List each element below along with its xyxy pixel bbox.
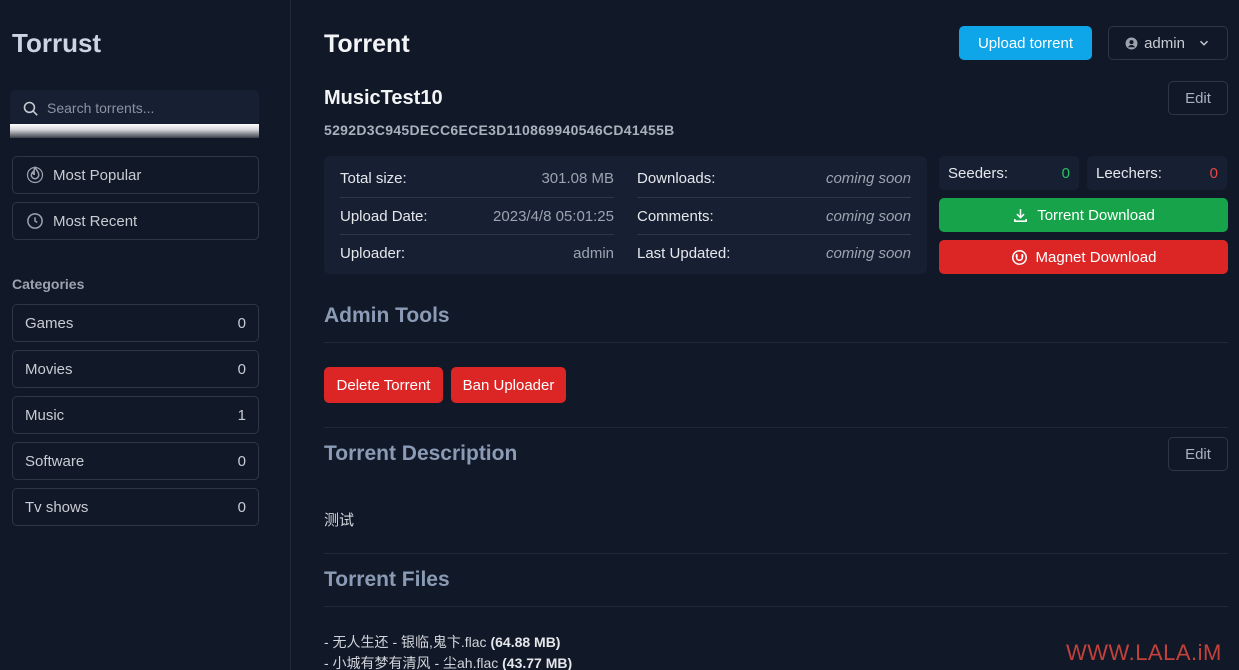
stat-total-size: Total size: 301.08 MB [340,160,614,197]
stat-uploader: Uploader: admin [340,234,614,271]
torrent-download-label: Torrent Download [1037,206,1155,224]
categories-title: Categories [12,276,85,292]
category-software[interactable]: Software 0 [12,442,259,480]
file-size: (43.77 MB) [502,655,573,670]
category-games[interactable]: Games 0 [12,304,259,342]
search-underline-shade [10,124,259,138]
category-name: Movies [25,360,73,378]
delete-torrent-button[interactable]: Delete Torrent [324,367,443,403]
seeders-box: Seeders: 0 [939,156,1079,190]
edit-torrent-button[interactable]: Edit [1168,81,1228,115]
section-divider [324,342,1228,343]
nav-label: Most Recent [53,212,138,230]
section-divider [324,553,1228,554]
stat-value: 301.08 MB [541,170,614,187]
category-tv-shows[interactable]: Tv shows 0 [12,488,259,526]
description-title: Torrent Description [324,442,518,465]
category-name: Games [25,314,74,332]
stat-downloads: Downloads: coming soon [637,160,911,197]
torrent-name: MusicTest10 [324,87,443,109]
seeders-count: 0 [1061,164,1070,182]
search-box[interactable] [10,90,259,126]
search-icon [23,101,38,116]
stat-value: 2023/4/8 05:01:25 [493,207,614,225]
file-item: - 小城有梦有清风 - 尘ah.flac (43.77 MB) [324,653,572,670]
stat-comments: Comments: coming soon [637,197,911,234]
torrent-stats-panel: Total size: 301.08 MB Upload Date: 2023/… [324,156,927,274]
brand-logo[interactable]: Torrust [12,28,101,59]
description-text: 测试 [324,512,355,529]
files-title: Torrent Files [324,568,450,591]
torrent-download-button[interactable]: Torrent Download [939,198,1228,232]
stats-right-column: Downloads: coming soon Comments: coming … [637,160,911,271]
chevron-down-icon [1199,40,1208,46]
stat-label: Uploader: [340,244,406,262]
edit-description-button[interactable]: Edit [1168,437,1228,471]
stat-value[interactable]: admin [573,245,614,262]
admin-tools-title: Admin Tools [324,304,450,327]
category-count: 1 [237,406,246,424]
nav-most-recent[interactable]: Most Recent [12,202,259,240]
magnet-download-label: Magnet Download [1035,248,1157,266]
sidebar: Torrust Most Popular Most Recent Categor… [0,0,291,670]
stat-last-updated: Last Updated: coming soon [637,234,911,271]
stat-label: Upload Date: [340,207,428,225]
leechers-count: 0 [1209,164,1218,182]
page-title: Torrent [324,30,410,58]
stat-value: coming soon [825,170,911,187]
stat-label: Comments: [637,207,714,225]
stats-left-column: Total size: 301.08 MB Upload Date: 2023/… [340,160,614,271]
nav-most-popular[interactable]: Most Popular [12,156,259,194]
magnet-download-button[interactable]: Magnet Download [939,240,1228,274]
seeders-label: Seeders: [948,164,1009,182]
user-name: admin [1144,34,1185,52]
user-menu-button[interactable]: admin [1108,26,1228,60]
stat-value: coming soon [825,244,911,262]
category-music[interactable]: Music 1 [12,396,259,434]
category-name: Music [25,406,65,424]
download-icon [1014,208,1028,222]
watermark: WWW.LALA.iM [1066,640,1222,665]
magnet-icon [1011,249,1027,265]
section-divider [324,427,1228,428]
nav-label: Most Popular [53,166,142,184]
ban-uploader-button[interactable]: Ban Uploader [451,367,566,403]
upload-torrent-button[interactable]: Upload torrent [959,26,1092,60]
stat-label: Last Updated: [637,244,731,262]
file-item: - 无人生还 - 银临,鬼卞.flac (64.88 MB) [324,632,560,652]
stat-label: Downloads: [637,170,716,187]
section-divider [324,606,1228,607]
stat-label: Total size: [340,170,407,187]
category-count: 0 [237,360,246,378]
leechers-box: Leechers: 0 [1087,156,1227,190]
category-count: 0 [237,314,246,332]
category-count: 0 [237,452,246,470]
category-count: 0 [237,498,246,516]
torrent-info-hash: 5292D3C945DECC6ECE3D110869940546CD41455B [324,122,675,138]
file-name: - 小城有梦有清风 - 尘ah.flac [324,655,499,670]
search-input[interactable] [47,100,247,116]
clock-icon [27,213,43,229]
file-size: (64.88 MB) [490,634,561,650]
stat-upload-date: Upload Date: 2023/4/8 05:01:25 [340,197,614,234]
stat-value: coming soon [825,207,911,225]
category-name: Software [25,452,85,470]
user-icon [1125,37,1138,49]
leechers-label: Leechers: [1096,164,1162,182]
file-name: - 无人生还 - 银临,鬼卞.flac [324,634,487,650]
category-name: Tv shows [25,498,89,516]
flame-icon [26,166,44,184]
category-movies[interactable]: Movies 0 [12,350,259,388]
